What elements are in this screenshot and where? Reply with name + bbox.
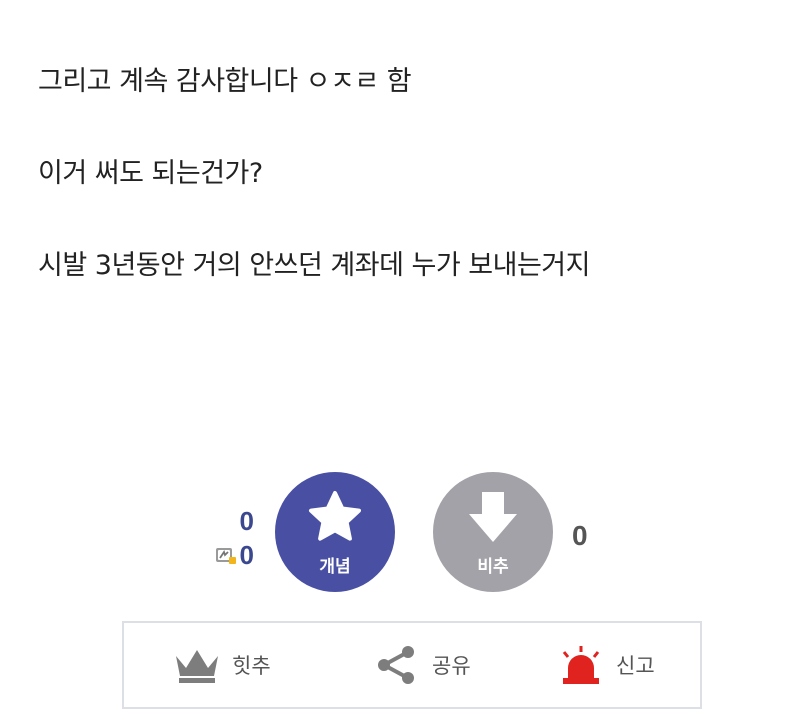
fixed-recommend-row: 0 <box>215 540 254 571</box>
post-text-line: 이거 써도 되는건가? <box>38 158 263 189</box>
down-arrow-icon <box>469 492 517 542</box>
hit-recommend-button[interactable]: 힛추 <box>172 623 271 707</box>
recommend-up-button[interactable]: 개념 <box>275 472 395 592</box>
recommend-count-group: 0 0 <box>200 506 256 576</box>
report-button[interactable]: 신고 <box>556 623 655 707</box>
recommend-down-button[interactable]: 비추 <box>433 472 553 592</box>
vote-area: 0 0 개념 비추 0 <box>0 470 806 595</box>
fixed-recommend-count: 0 <box>239 540 254 570</box>
recommend-down-label: 비추 <box>477 557 509 577</box>
recommend-up-label: 개념 <box>319 557 351 577</box>
siren-icon <box>562 646 600 684</box>
hit-recommend-label: 힛추 <box>232 654 271 678</box>
crown-icon <box>176 650 218 683</box>
share-button[interactable]: 공유 <box>372 623 471 707</box>
star-icon <box>309 491 361 541</box>
recommend-count: 0 <box>239 506 254 536</box>
non-recommend-count: 0 <box>572 520 588 551</box>
share-label: 공유 <box>432 654 471 678</box>
post-action-bar: 힛추 공유 신고 <box>122 621 702 709</box>
post-text-line: 그리고 계속 감사합니다 ㅇㅈㄹ 함 <box>38 66 412 97</box>
post-body: 그리고 계속 감사합니다 ㅇㅈㄹ 함 이거 써도 되는건가? 시발 3년동안 거… <box>38 62 778 338</box>
report-label: 신고 <box>616 654 655 678</box>
post-text-line: 시발 3년동안 거의 안쓰던 계좌데 누가 보내는거지 <box>38 250 590 281</box>
share-icon <box>378 646 414 684</box>
fixed-user-icon <box>215 546 237 566</box>
